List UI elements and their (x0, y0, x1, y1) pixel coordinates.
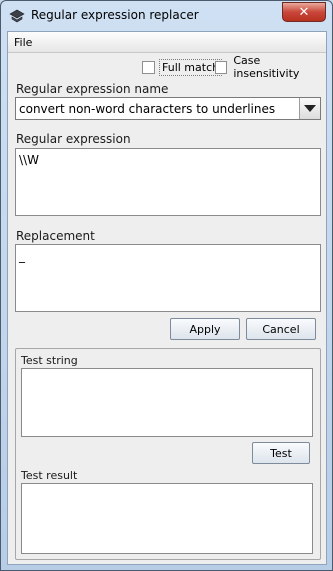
cancel-button[interactable]: Cancel (246, 318, 316, 340)
regex-textarea[interactable]: \\W (15, 148, 321, 216)
test-button[interactable]: Test (252, 442, 310, 464)
regex-label: Regular expression (16, 132, 131, 146)
window-title: Regular expression replacer (31, 8, 199, 22)
test-string-textarea[interactable] (21, 368, 313, 437)
regex-name-label: Regular expression name (16, 82, 169, 96)
full-match-checkbox[interactable] (142, 60, 155, 74)
apply-button[interactable]: Apply (170, 318, 240, 340)
close-button[interactable]: ✕ (282, 2, 326, 22)
case-insensitivity-label: Case insensitivity (233, 54, 300, 80)
case-insensitivity-checkbox[interactable] (215, 60, 228, 74)
client-area: File Full match Case insensitivity Regul… (7, 31, 327, 565)
regex-name-value: convert non-word characters to underline… (19, 102, 276, 116)
test-string-label: Test string (21, 354, 78, 367)
replacement-textarea[interactable]: _ (15, 244, 321, 312)
full-match-option[interactable]: Full match (142, 58, 223, 76)
regex-name-dropdown-button[interactable] (299, 98, 320, 119)
app-icon (9, 9, 25, 23)
menu-file[interactable]: File (14, 36, 32, 49)
case-insensitivity-option[interactable]: Case insensitivity (215, 54, 326, 80)
close-icon: ✕ (298, 4, 310, 20)
replacement-label: Replacement (16, 229, 95, 243)
title-bar[interactable]: Regular expression replacer ✕ (1, 1, 332, 31)
app-window: Regular expression replacer ✕ File Full … (0, 0, 333, 571)
menu-bar: File (8, 32, 326, 53)
regex-name-combo[interactable]: convert non-word characters to underline… (15, 97, 321, 120)
full-match-label: Full match (159, 58, 223, 76)
test-result-textarea[interactable] (21, 483, 313, 554)
chevron-down-icon (304, 105, 316, 112)
test-result-label: Test result (21, 469, 78, 482)
